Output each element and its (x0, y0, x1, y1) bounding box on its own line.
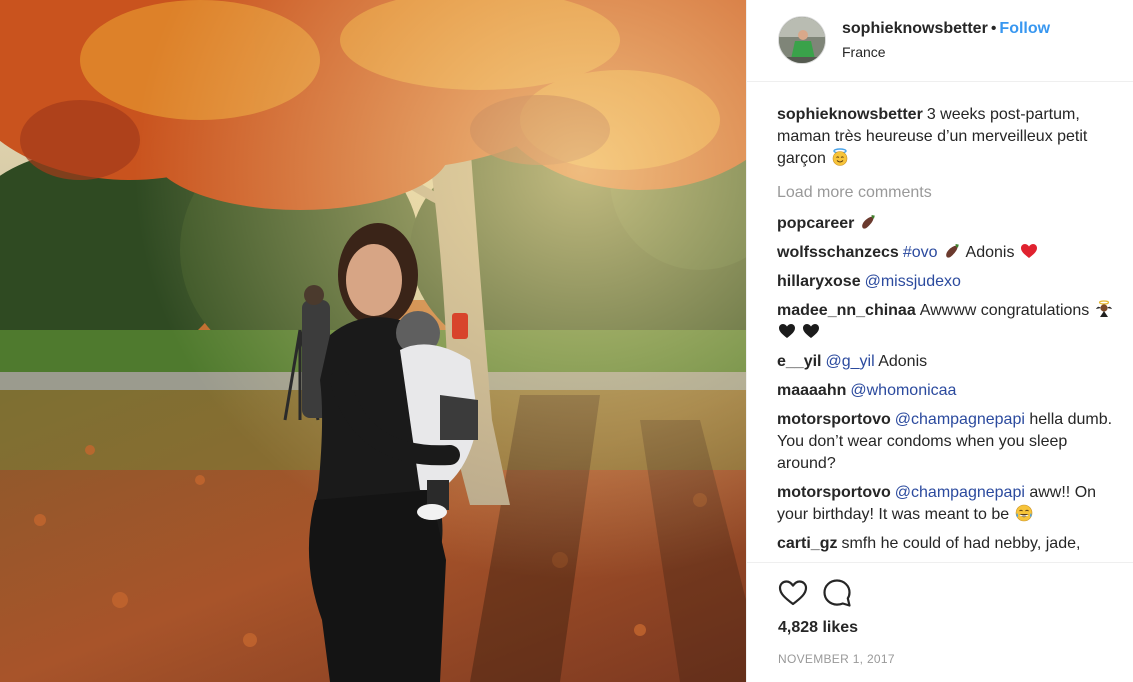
comment-text: smfh he could of had nebby, jade, (841, 535, 1081, 552)
post-actions: 4,828 likes NOVEMBER 1, 2017 (747, 562, 1133, 682)
speech-bubble-icon (823, 579, 851, 607)
comment-row: maaaahn @whomonicaa (777, 380, 1117, 402)
comment-text: Awwww congratulations (919, 302, 1090, 319)
tears-of-joy-icon (1015, 504, 1033, 522)
caption: sophieknowsbetter 3 weeks post-partum, ma… (777, 104, 1117, 170)
like-button[interactable] (777, 577, 809, 609)
avatar-image (779, 17, 825, 63)
comment-row: madee_nn_chinaa Awwww congratulations (777, 300, 1117, 344)
comment-username-link[interactable]: carti_gz (777, 535, 837, 552)
heart-outline-icon (778, 580, 808, 606)
comment-row: hillaryxose @missjudexo (777, 271, 1117, 293)
comment-text: Adonis (965, 244, 1015, 261)
black-heart-icon (778, 322, 796, 340)
location-link[interactable]: France (842, 44, 886, 60)
baby-angel-icon (1095, 300, 1113, 318)
instagram-post: sophieknowsbetter • Follow France sophiekn… (0, 0, 1133, 682)
red-heart-icon (1020, 242, 1038, 260)
mention-link[interactable]: @whomonicaa (850, 382, 956, 399)
comment-username-link[interactable]: madee_nn_chinaa (777, 302, 916, 319)
black-heart-icon (802, 322, 820, 340)
comment-text: Adonis (878, 353, 928, 370)
mention-link[interactable]: @champagnepapi (895, 411, 1025, 428)
comments-list[interactable]: sophieknowsbetter 3 weeks post-partum, ma… (777, 104, 1117, 560)
hashtag-link[interactable]: #ovo (903, 244, 938, 261)
photo-illustration (0, 0, 746, 682)
follow-button[interactable]: Follow (999, 20, 1050, 37)
comment-button[interactable] (821, 577, 853, 609)
comment-username-link[interactable]: popcareer (777, 215, 854, 232)
smiling-face-with-halo-icon (831, 148, 849, 166)
mention-link[interactable]: @g_yil (825, 353, 874, 370)
header-username-link[interactable]: sophieknowsbetter (842, 20, 988, 37)
post-header: sophieknowsbetter • Follow France (747, 0, 1133, 82)
eggplant-icon (859, 213, 877, 231)
comment-row: popcareer (777, 213, 1117, 235)
mention-link[interactable]: @missjudexo (865, 273, 961, 290)
comment-rows: popcareer wolfsschanzecs #ovo Adonis hill… (777, 213, 1117, 555)
comment-row: e__yil @g_yil Adonis (777, 351, 1117, 373)
load-more-comments-button[interactable]: Load more comments (777, 182, 1117, 204)
avatar[interactable] (778, 16, 826, 64)
comment-username-link[interactable]: e__yil (777, 353, 821, 370)
header-separator: • (990, 20, 997, 37)
comment-row: motorsportovo @champagnepapi aww!! On you… (777, 482, 1117, 526)
comment-row: motorsportovo @champagnepapi hella dumb. … (777, 409, 1117, 475)
post-date[interactable]: NOVEMBER 1, 2017 (778, 652, 895, 666)
comment-row: wolfsschanzecs #ovo Adonis (777, 242, 1117, 264)
mention-link[interactable]: @champagnepapi (895, 484, 1025, 501)
likes-count[interactable]: 4,828 likes (778, 619, 858, 637)
comment-username-link[interactable]: wolfsschanzecs (777, 244, 899, 261)
comment-username-link[interactable]: maaaahn (777, 382, 846, 399)
comment-username-link[interactable]: hillaryxose (777, 273, 861, 290)
comment-row: carti_gz smfh he could of had nebby, jade… (777, 533, 1117, 555)
post-photo[interactable] (0, 0, 746, 682)
post-side-panel: sophieknowsbetter • Follow France sophiekn… (746, 0, 1133, 682)
caption-username-link[interactable]: sophieknowsbetter (777, 106, 923, 123)
comment-username-link[interactable]: motorsportovo (777, 484, 891, 501)
eggplant-icon (943, 242, 961, 260)
header-line: sophieknowsbetter • Follow (842, 20, 1050, 38)
comment-username-link[interactable]: motorsportovo (777, 411, 891, 428)
